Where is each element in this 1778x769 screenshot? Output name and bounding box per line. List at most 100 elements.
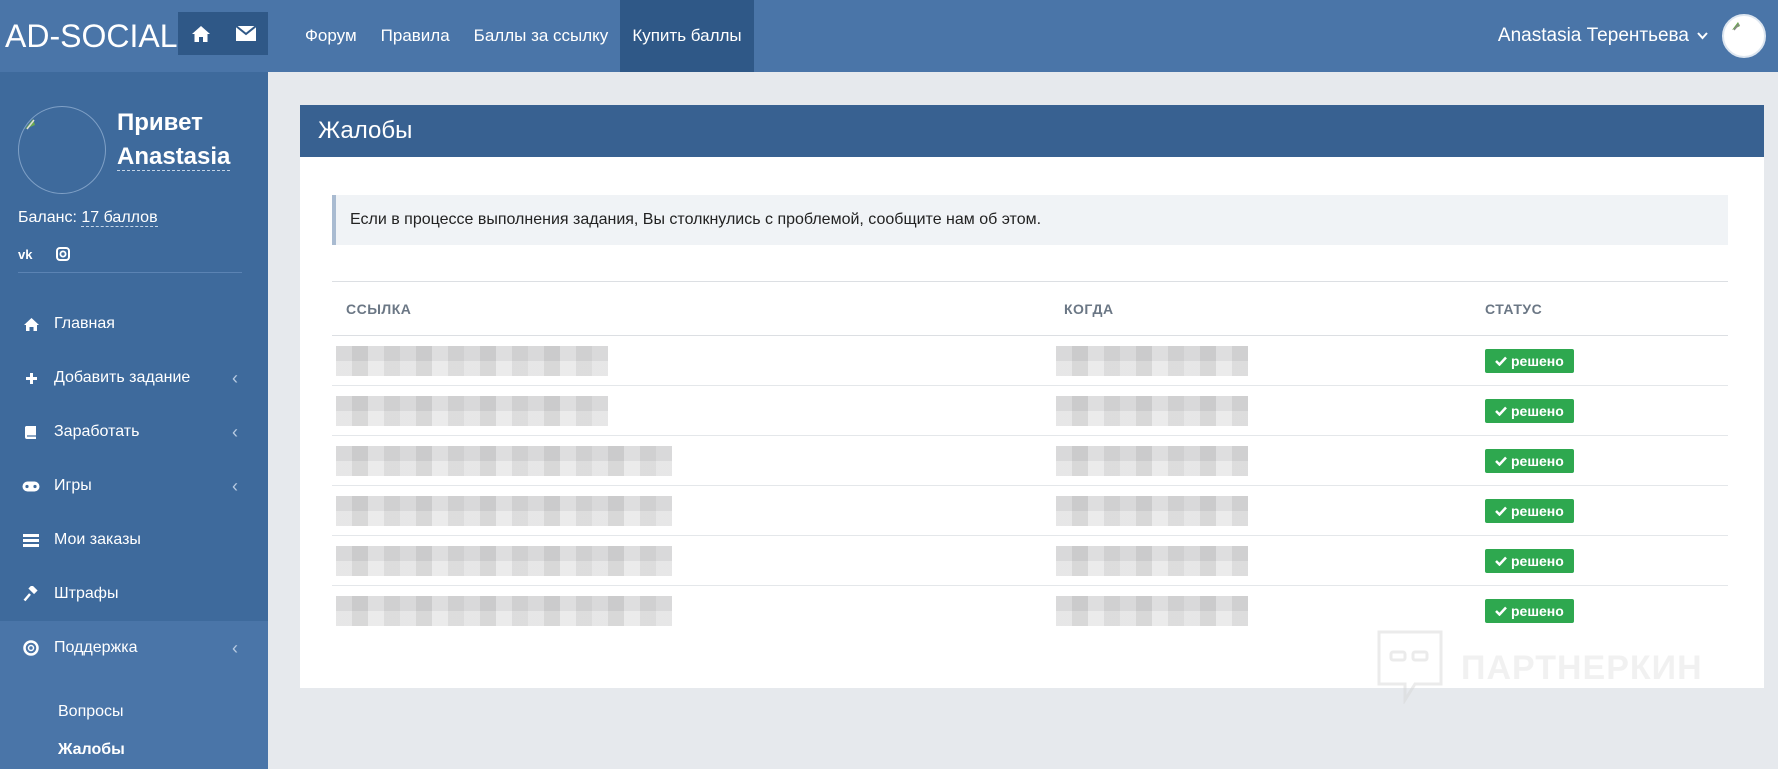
quick-icons bbox=[178, 12, 268, 55]
sidebar-item-label: Главная bbox=[54, 315, 115, 332]
watermark: ПАРТНЕРКИН bbox=[1375, 628, 1703, 709]
complaints-table: ССЫЛКА КОГДА СТАТУС решено решено решено… bbox=[332, 281, 1728, 635]
table-row: решено bbox=[332, 436, 1728, 486]
status-badge: решено bbox=[1485, 599, 1574, 623]
sidebar-item-add-task[interactable]: Добавить задание ‹ bbox=[0, 351, 268, 405]
redacted-date bbox=[1056, 546, 1248, 576]
status-badge: решено bbox=[1485, 499, 1574, 523]
sidebar-item-label: Заработать bbox=[54, 423, 140, 440]
check-icon bbox=[1495, 553, 1507, 569]
social-links: vk bbox=[18, 247, 70, 265]
check-icon bbox=[1495, 503, 1507, 519]
column-status: СТАТУС bbox=[1485, 301, 1543, 317]
greeting-line: Привет bbox=[117, 109, 203, 136]
sidebar-item-fines[interactable]: Штрафы bbox=[0, 567, 268, 621]
sidebar-item-label: Поддержка bbox=[54, 639, 138, 656]
sidebar-item-label: Штрафы bbox=[54, 585, 119, 602]
sidebar-item-label: Добавить задание bbox=[54, 369, 191, 386]
table-header: ССЫЛКА КОГДА СТАТУС bbox=[332, 281, 1728, 336]
nav-points-for-link[interactable]: Баллы за ссылку bbox=[462, 0, 621, 72]
svg-text:vk: vk bbox=[18, 248, 33, 260]
status-text: решено bbox=[1511, 553, 1564, 569]
sidebar-subitem-complaints[interactable]: Жалобы bbox=[0, 731, 268, 769]
table-row: решено bbox=[332, 336, 1728, 386]
watermark-logo-icon bbox=[1375, 628, 1445, 709]
balance-value[interactable]: 17 баллов bbox=[81, 209, 158, 227]
table-row: решено bbox=[332, 536, 1728, 586]
sidebar-item-label: Мои заказы bbox=[54, 531, 141, 548]
sidebar-subitem-questions[interactable]: Вопросы bbox=[0, 693, 268, 731]
chevron-left-icon: ‹ bbox=[232, 422, 238, 442]
user-menu[interactable]: Anastasia Терентьева bbox=[1498, 0, 1766, 72]
book-icon bbox=[22, 425, 40, 440]
redacted-date bbox=[1056, 496, 1248, 526]
watermark-text: ПАРТНЕРКИН bbox=[1461, 649, 1703, 687]
balance-label: Баланс: bbox=[18, 209, 77, 226]
status-badge: решено bbox=[1485, 549, 1574, 573]
nav-forum[interactable]: Форум bbox=[293, 0, 369, 72]
sidebar-item-label: Игры bbox=[54, 477, 92, 494]
lifebuoy-icon bbox=[22, 640, 40, 656]
status-text: решено bbox=[1511, 503, 1564, 519]
chevron-down-icon bbox=[1697, 27, 1708, 45]
redacted-date bbox=[1056, 446, 1248, 476]
check-icon bbox=[1495, 603, 1507, 619]
status-badge: решено bbox=[1485, 399, 1574, 423]
info-notice: Если в процессе выполнения задания, Вы с… bbox=[332, 195, 1728, 245]
redacted-link bbox=[336, 346, 608, 376]
table-row: решено bbox=[332, 386, 1728, 436]
divider bbox=[18, 272, 242, 273]
check-icon bbox=[1495, 403, 1507, 419]
home-icon bbox=[22, 317, 40, 332]
support-submenu: Вопросы Жалобы bbox=[0, 675, 268, 769]
column-when: КОГДА bbox=[1064, 301, 1114, 317]
top-nav: Форум Правила Баллы за ссылку Купить бал… bbox=[293, 0, 754, 72]
sidebar-item-earn[interactable]: Заработать ‹ bbox=[0, 405, 268, 459]
gavel-icon bbox=[22, 586, 40, 602]
status-badge: решено bbox=[1485, 449, 1574, 473]
status-text: решено bbox=[1511, 603, 1564, 619]
chevron-left-icon: ‹ bbox=[232, 638, 238, 658]
chevron-left-icon: ‹ bbox=[232, 368, 238, 388]
redacted-link bbox=[336, 546, 672, 576]
sidebar: Привет Anastasia Баланс: 17 баллов vk Гл… bbox=[0, 72, 268, 769]
nav-rules[interactable]: Правила bbox=[369, 0, 462, 72]
check-icon bbox=[1495, 353, 1507, 369]
list-icon bbox=[22, 533, 40, 547]
top-bar: AD-SOCIAL Форум Правила Баллы за ссылку … bbox=[0, 0, 1778, 72]
table-row: решено bbox=[332, 486, 1728, 536]
instagram-icon[interactable] bbox=[56, 247, 70, 265]
avatar[interactable] bbox=[1722, 14, 1766, 58]
nav-buy-points[interactable]: Купить баллы bbox=[620, 0, 754, 72]
sidebar-menu: Главная Добавить задание ‹ Заработать ‹ … bbox=[0, 297, 268, 769]
avatar[interactable] bbox=[18, 106, 106, 194]
vk-icon[interactable]: vk bbox=[18, 247, 36, 265]
column-link: ССЫЛКА bbox=[346, 301, 412, 317]
redacted-link bbox=[336, 396, 608, 426]
redacted-link bbox=[336, 446, 672, 476]
redacted-link bbox=[336, 596, 672, 626]
brand-logo[interactable]: AD-SOCIAL bbox=[5, 18, 177, 55]
sidebar-item-support[interactable]: Поддержка ‹ bbox=[0, 621, 268, 675]
greeting-name[interactable]: Anastasia bbox=[117, 143, 231, 171]
home-icon[interactable] bbox=[178, 12, 223, 55]
status-text: решено bbox=[1511, 353, 1564, 369]
redacted-date bbox=[1056, 396, 1248, 426]
sidebar-item-games[interactable]: Игры ‹ bbox=[0, 459, 268, 513]
sidebar-item-home[interactable]: Главная bbox=[0, 297, 268, 351]
redacted-date bbox=[1056, 596, 1248, 626]
greeting: Привет Anastasia bbox=[117, 106, 277, 174]
chevron-left-icon: ‹ bbox=[232, 476, 238, 496]
plus-icon bbox=[22, 372, 40, 385]
status-text: решено bbox=[1511, 403, 1564, 419]
complaints-panel: Жалобы Если в процессе выполнения задани… bbox=[300, 105, 1764, 688]
balance: Баланс: 17 баллов bbox=[18, 209, 158, 227]
redacted-link bbox=[336, 496, 672, 526]
redacted-date bbox=[1056, 346, 1248, 376]
sidebar-item-orders[interactable]: Мои заказы bbox=[0, 513, 268, 567]
envelope-icon[interactable] bbox=[223, 12, 268, 55]
page-title: Жалобы bbox=[300, 105, 1764, 157]
gamepad-icon bbox=[22, 481, 40, 492]
user-name: Anastasia Терентьева bbox=[1497, 25, 1689, 46]
status-text: решено bbox=[1511, 453, 1564, 469]
